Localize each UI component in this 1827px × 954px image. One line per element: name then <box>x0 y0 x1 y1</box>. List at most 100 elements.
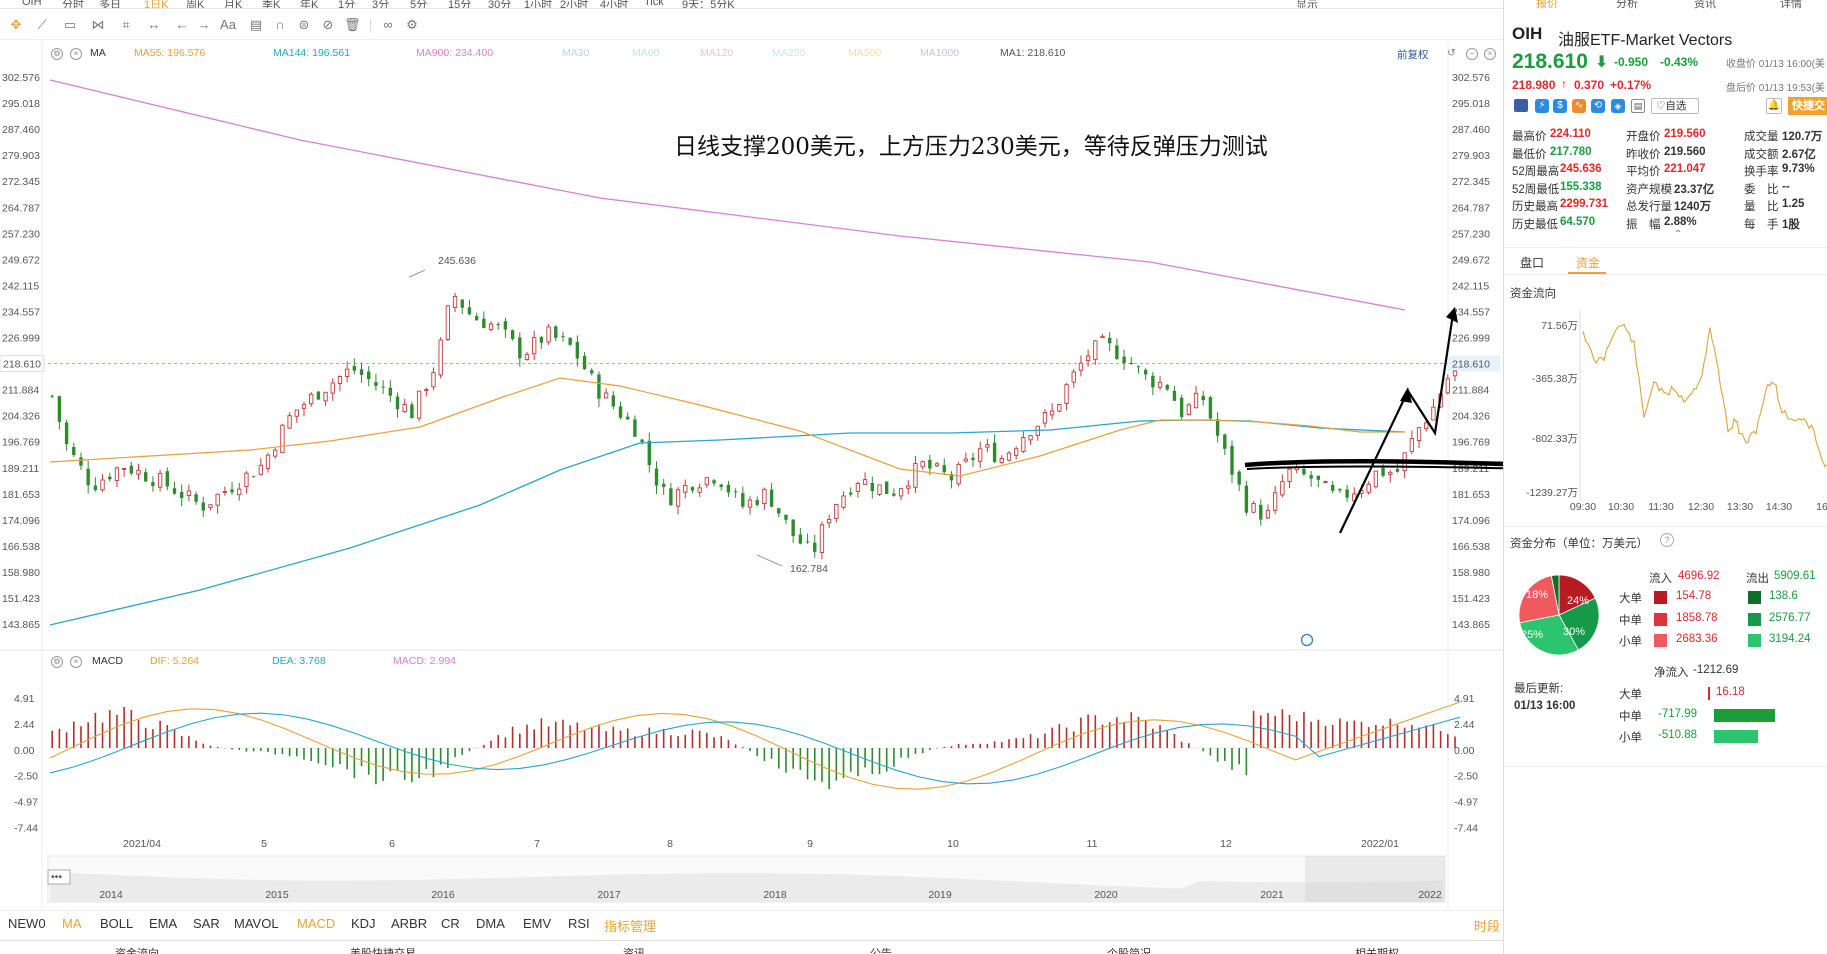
timeframe-14[interactable]: 2小时 <box>560 0 588 8</box>
quote-tab-0[interactable]: 报价 <box>1536 0 1558 9</box>
indicator-boll[interactable]: BOLL <box>100 916 133 931</box>
timeframe-9[interactable]: 3分 <box>372 0 389 8</box>
candle-body <box>1021 437 1026 452</box>
lock-icon[interactable]: ⊜ <box>296 17 312 33</box>
forward-icon[interactable]: → <box>196 17 212 33</box>
quick-trade-button[interactable]: 快捷交 <box>1788 97 1827 115</box>
timeframe-3[interactable]: 1日K <box>144 0 168 8</box>
text-tool-icon[interactable]: Aa <box>220 17 236 33</box>
timeframe-2[interactable]: 多日 <box>99 0 121 8</box>
indicator-指标管理[interactable]: 指标管理 <box>604 916 656 935</box>
indicator-emv[interactable]: EMV <box>523 916 551 931</box>
tab-capital[interactable]: 资金 <box>1576 254 1600 271</box>
arrow-tool-icon[interactable]: ↔ <box>146 17 162 33</box>
timeframe-1[interactable]: 分时 <box>62 0 84 8</box>
indicator-sar[interactable]: SAR <box>193 916 220 931</box>
fib-tool-icon[interactable]: ⋈ <box>90 17 106 33</box>
bottom-tab-0[interactable]: 资金流向 <box>115 945 159 954</box>
timeframe-6[interactable]: 季K <box>262 0 280 8</box>
quote-tab-2[interactable]: 资讯 <box>1694 0 1716 9</box>
crosshair-icon[interactable]: ✥ <box>8 17 24 33</box>
macd-close-icon[interactable]: × <box>70 656 82 668</box>
tag-icon[interactable]: ◈ <box>1611 99 1625 113</box>
kline-chart[interactable]: 302.576 302.576 295.018 295.018 287.460 287.4… <box>0 41 1503 918</box>
chart-link-icon[interactable]: ∿ <box>1572 99 1586 113</box>
candle-body <box>942 465 946 473</box>
time-tick: 12 <box>1220 838 1232 850</box>
ma-label[interactable]: MA <box>90 47 106 59</box>
indicator-dma[interactable]: DMA <box>476 916 505 931</box>
bottom-tab-1[interactable]: 美股快捷交易 <box>350 945 416 954</box>
bottom-tab-3[interactable]: 公告 <box>870 945 892 954</box>
macd-label[interactable]: MACD <box>92 655 123 667</box>
macd-gear-icon[interactable]: ⚙ <box>51 656 63 668</box>
line-tool-icon[interactable]: ⟋ <box>34 17 50 33</box>
tab-orderbook[interactable]: 盘口 <box>1520 254 1544 271</box>
display-menu[interactable]: 显示 <box>1296 0 1318 8</box>
timeframe-5[interactable]: 月K <box>224 0 242 8</box>
close-pane-icon[interactable]: × <box>1484 48 1496 60</box>
alert-bell-icon[interactable]: 🔔 <box>1766 98 1782 114</box>
magnet-icon[interactable]: ∩ <box>272 17 288 33</box>
timeframe-8[interactable]: 1分 <box>338 0 355 8</box>
indicator-new0[interactable]: NEW0 <box>8 916 46 931</box>
indicator-cr[interactable]: CR <box>441 916 460 931</box>
net-value: -510.88 <box>1658 729 1698 741</box>
candle-body <box>93 485 98 491</box>
after-hours-pct: +0.17% <box>1610 78 1652 92</box>
watchlist-label: 自选 <box>1665 100 1687 112</box>
quote-tab-1[interactable]: 分析 <box>1616 0 1638 9</box>
refresh-icon[interactable]: ↺ <box>1447 47 1456 59</box>
candle-body <box>647 440 651 466</box>
back-icon[interactable]: ← <box>174 17 190 33</box>
indicator-ma[interactable]: MA <box>62 916 82 931</box>
timeframe-0[interactable]: OIH <box>22 0 42 8</box>
timeframe-17[interactable]: 9天：5分K <box>682 0 735 8</box>
fq-button[interactable]: 前复权 <box>1397 47 1429 62</box>
delete-icon[interactable]: 🗑 <box>344 17 361 33</box>
close-icon[interactable]: × <box>70 48 82 60</box>
help-icon[interactable]: ? <box>1660 533 1674 547</box>
session-button[interactable]: 时段 <box>1474 916 1500 935</box>
timeframe-11[interactable]: 15分 <box>448 0 471 8</box>
candle-body <box>805 541 810 543</box>
stat-value: 1.25 <box>1782 198 1805 210</box>
candle-body <box>561 336 565 338</box>
shape-tool-icon[interactable]: ▭ <box>62 17 78 33</box>
flash-icon[interactable]: ⚡ <box>1535 99 1549 113</box>
indicator-kdj[interactable]: KDJ <box>351 916 376 931</box>
link-icon[interactable]: ∞ <box>380 17 396 33</box>
overview-year: 2018 <box>763 889 787 901</box>
timeframe-4[interactable]: 周K <box>186 0 204 8</box>
indicator-ema[interactable]: EMA <box>149 916 177 931</box>
high-marker: 245.636 <box>438 255 476 267</box>
timeframe-12[interactable]: 30分 <box>488 0 511 8</box>
minimize-icon[interactable]: – <box>1466 48 1478 60</box>
doc-icon[interactable]: ▤ <box>1631 99 1645 113</box>
bottom-tab-2[interactable]: 资讯 <box>623 945 645 954</box>
comment-icon[interactable]: ▤ <box>248 17 264 33</box>
timeframe-15[interactable]: 4小时 <box>600 0 628 8</box>
add-watchlist-button[interactable]: ♡自选 <box>1651 98 1699 114</box>
indicator-arbr[interactable]: ARBR <box>391 916 427 931</box>
quote-tab-3[interactable]: 详情 <box>1780 0 1802 9</box>
settings-icon[interactable]: ⚙ <box>404 17 420 33</box>
bottom-tab-5[interactable]: 相关期权 <box>1355 945 1399 954</box>
indicator-macd[interactable]: MACD <box>297 916 335 931</box>
price-tick-left: 287.460 <box>2 124 40 136</box>
measure-tool-icon[interactable]: ⌗ <box>118 17 134 33</box>
expand-chevron-icon[interactable]: ⌃ <box>1674 229 1682 240</box>
timeframe-7[interactable]: 年K <box>300 0 318 8</box>
bottom-tab-4[interactable]: 个股简况 <box>1107 945 1151 954</box>
quote-panel: 报价 分析 资讯 详情 OIH 油服ETF-Market Vectors 218.61… <box>1503 0 1827 954</box>
timeframe-13[interactable]: 1小时 <box>524 0 552 8</box>
candle-body <box>510 330 515 339</box>
dollar-icon[interactable]: $ <box>1553 99 1567 113</box>
timeframe-10[interactable]: 5分 <box>410 0 427 8</box>
hide-icon[interactable]: ⊘ <box>320 17 336 33</box>
sync-icon[interactable]: ⟲ <box>1591 99 1605 113</box>
indicator-rsi[interactable]: RSI <box>568 916 590 931</box>
gear-icon[interactable]: ⚙ <box>51 48 63 60</box>
indicator-mavol[interactable]: MAVOL <box>234 916 279 931</box>
timeframe-16[interactable]: Tick <box>644 0 664 8</box>
